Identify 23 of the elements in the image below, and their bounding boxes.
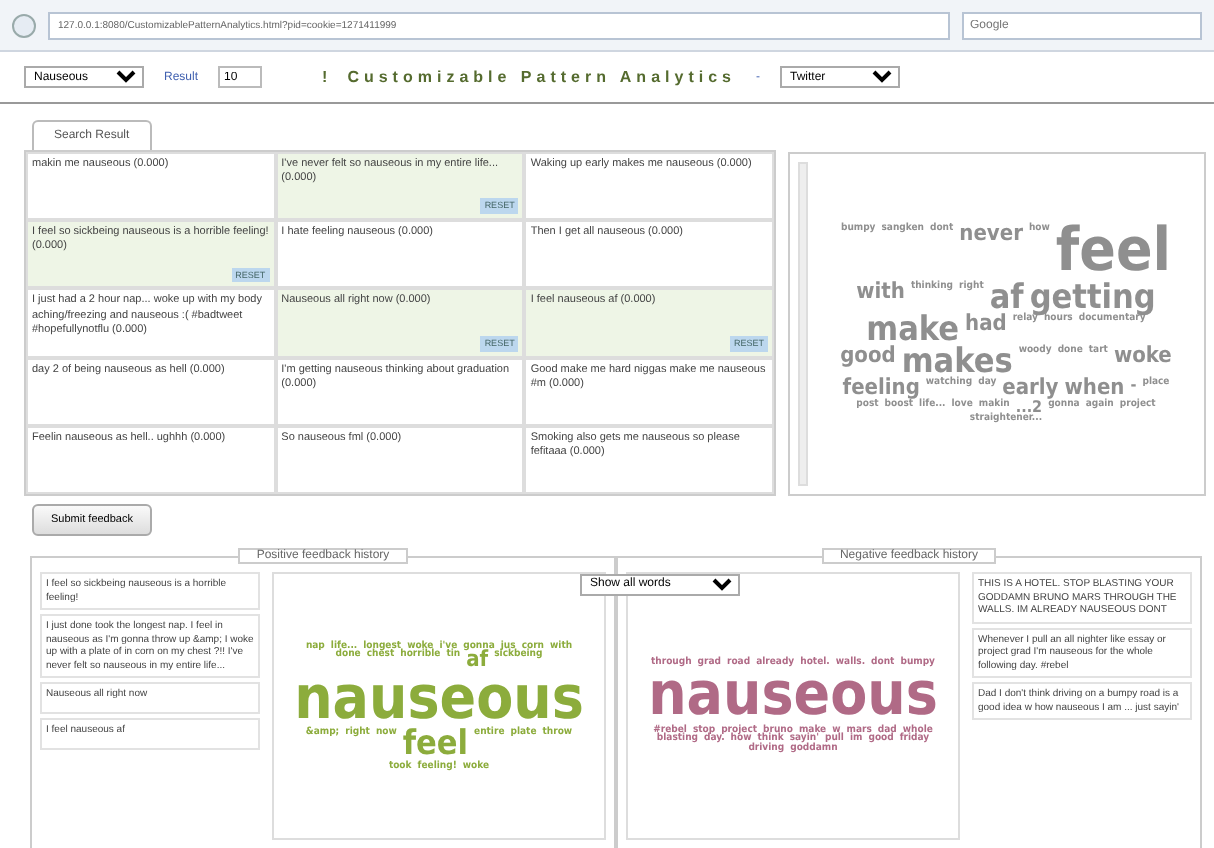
scrollbar[interactable] <box>798 162 808 486</box>
cloud-word: af <box>466 650 489 672</box>
cloud-word: feel <box>1055 224 1172 282</box>
cloud-word: ...2 <box>1015 399 1043 415</box>
cloud-word: when <box>1064 378 1125 399</box>
cloud-word: af <box>989 281 1024 314</box>
cloud-word: feeling <box>842 378 920 399</box>
cloud-word: getting <box>1029 281 1156 314</box>
cloud-word: with <box>856 281 905 308</box>
cloud-word: - <box>1130 378 1137 398</box>
back-button[interactable] <box>12 13 36 37</box>
title-mark: ! <box>322 68 328 86</box>
app-title: Customizable Pattern Analytics <box>347 68 736 86</box>
cloud-word: nauseous <box>648 668 938 725</box>
cloud-word: good <box>840 345 896 372</box>
cloud-word: never <box>959 224 1023 251</box>
cloud-word: had <box>965 313 1007 340</box>
cloud-word: nauseous <box>294 671 584 729</box>
cloud-word: make <box>866 313 960 346</box>
cloud-word: early <box>1002 378 1059 399</box>
cloud-word: feel <box>402 728 469 762</box>
cloud-word: woke <box>1113 345 1172 372</box>
cloud-word: makes <box>901 345 1013 379</box>
